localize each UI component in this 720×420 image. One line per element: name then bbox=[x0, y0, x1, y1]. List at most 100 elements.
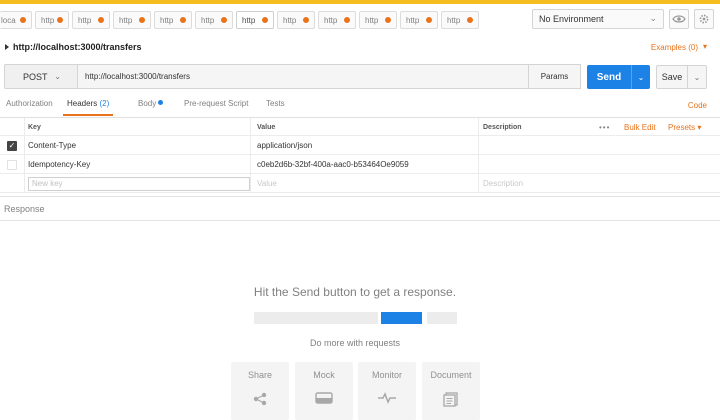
save-button[interactable]: Save bbox=[656, 65, 688, 89]
chevron-down-icon: ⌄ bbox=[693, 72, 701, 82]
monitor-icon bbox=[378, 392, 396, 404]
request-tab-label: http bbox=[283, 15, 297, 25]
send-button[interactable]: Send bbox=[587, 65, 631, 89]
tab-tests[interactable]: Tests bbox=[266, 99, 285, 116]
document-icon bbox=[443, 392, 458, 407]
request-tab-label: http bbox=[201, 15, 215, 25]
request-tab-label: http bbox=[78, 15, 92, 25]
request-tab[interactable]: http bbox=[318, 11, 356, 29]
method-select[interactable]: POST ⌄ bbox=[4, 64, 77, 89]
request-tab[interactable]: http bbox=[359, 11, 397, 29]
method-value: POST bbox=[23, 71, 48, 82]
chevron-down-icon: ⌄ bbox=[649, 13, 657, 23]
row-check-cell bbox=[0, 174, 25, 193]
eye-icon bbox=[672, 15, 686, 23]
tab-authorization[interactable]: Authorization bbox=[6, 99, 53, 116]
do-more-heading: Do more with requests bbox=[309, 338, 401, 348]
request-tab[interactable]: http bbox=[400, 11, 438, 29]
request-tab-label: http bbox=[406, 15, 420, 25]
check-column-header bbox=[0, 118, 25, 137]
value-column-header: Value bbox=[251, 118, 479, 137]
share-icon bbox=[253, 392, 267, 406]
new-header-row: Value Description bbox=[0, 174, 720, 193]
request-tab[interactable]: http bbox=[113, 11, 151, 29]
unsaved-dot-icon bbox=[57, 17, 63, 23]
unsaved-dot-icon bbox=[221, 17, 227, 23]
header-value-cell[interactable]: c0eb2d6b-32bf-400a-aac0-b53464Oe9059 bbox=[251, 155, 479, 174]
header-description-cell[interactable] bbox=[479, 136, 720, 155]
document-card-label: Document bbox=[430, 370, 472, 380]
unsaved-dot-icon bbox=[385, 17, 391, 23]
unsaved-dot-icon bbox=[344, 17, 350, 23]
send-options-button[interactable]: ⌄ bbox=[631, 65, 650, 89]
row-checkbox[interactable] bbox=[7, 159, 17, 170]
request-title-row: http://localhost:3000/transfers Examples… bbox=[0, 40, 720, 58]
request-tab[interactable]: http bbox=[35, 11, 69, 29]
send-button-label: Send bbox=[596, 71, 622, 83]
header-value-cell[interactable]: application/json bbox=[251, 136, 479, 155]
request-tab-active[interactable]: http bbox=[236, 11, 274, 29]
tab-headers[interactable]: Headers (2) bbox=[63, 99, 114, 116]
request-tab[interactable]: http bbox=[441, 11, 479, 29]
new-description-input[interactable]: Description bbox=[479, 174, 720, 193]
chevron-down-icon: ⌄ bbox=[54, 72, 61, 81]
caret-right-icon[interactable] bbox=[5, 44, 9, 50]
manage-environments-button[interactable] bbox=[694, 9, 714, 29]
request-tab-label: http bbox=[119, 15, 133, 25]
mock-icon bbox=[315, 392, 333, 404]
tab-headers-label: Headers bbox=[67, 99, 98, 108]
response-section-header: Response bbox=[0, 196, 720, 221]
unsaved-dot-icon bbox=[262, 17, 268, 23]
environment-quick-look-button[interactable] bbox=[669, 9, 689, 29]
code-link[interactable]: Code bbox=[688, 101, 707, 110]
table-row: ✓ Content-Type application/json bbox=[0, 136, 720, 155]
bulk-edit-link[interactable]: Bulk Edit bbox=[624, 123, 656, 132]
request-tab[interactable]: loca bbox=[0, 11, 32, 29]
new-key-input[interactable] bbox=[28, 176, 250, 191]
url-input[interactable] bbox=[77, 64, 529, 89]
chevron-down-icon: ⌄ bbox=[637, 72, 645, 82]
header-description-cell[interactable] bbox=[479, 155, 720, 174]
response-label: Response bbox=[4, 204, 45, 214]
row-check-cell bbox=[0, 155, 25, 174]
request-tab[interactable]: http bbox=[195, 11, 233, 29]
params-button-label: Params bbox=[540, 72, 569, 81]
new-value-input[interactable]: Value bbox=[251, 174, 479, 193]
request-tab-label: http bbox=[324, 15, 338, 25]
more-options-icon[interactable]: ••• bbox=[599, 123, 610, 132]
tab-body[interactable]: Body bbox=[138, 99, 164, 116]
request-tab[interactable]: http bbox=[277, 11, 315, 29]
illustration-bar-highlight bbox=[381, 312, 422, 324]
unsaved-dot-icon bbox=[98, 17, 104, 23]
header-key-cell[interactable]: Content-Type bbox=[25, 136, 251, 155]
tab-body-label: Body bbox=[138, 99, 157, 108]
share-card[interactable]: Share bbox=[231, 362, 289, 420]
body-indicator-dot-icon bbox=[158, 100, 164, 105]
environment-select[interactable]: No Environment ⌄ bbox=[532, 9, 664, 29]
unsaved-dot-icon bbox=[426, 17, 432, 23]
request-tab[interactable]: http bbox=[154, 11, 192, 29]
presets-label: Presets bbox=[668, 123, 696, 132]
unsaved-dot-icon bbox=[139, 17, 145, 23]
illustration-bar bbox=[254, 312, 378, 324]
unsaved-dot-icon bbox=[180, 17, 186, 23]
request-tab-label: http bbox=[447, 15, 461, 25]
gear-icon bbox=[699, 14, 709, 24]
request-tab[interactable]: http bbox=[72, 11, 110, 29]
share-card-label: Share bbox=[247, 370, 273, 380]
mock-card[interactable]: Mock bbox=[295, 362, 353, 420]
unsaved-dot-icon bbox=[20, 17, 26, 23]
key-column-header: Key bbox=[25, 118, 251, 137]
examples-link[interactable]: Examples (0) bbox=[651, 43, 698, 52]
tab-pre-request-script[interactable]: Pre-request Script bbox=[184, 99, 248, 116]
document-card[interactable]: Document bbox=[422, 362, 480, 420]
headers-count-badge: (2) bbox=[99, 99, 110, 108]
save-options-button[interactable]: ⌄ bbox=[687, 65, 707, 89]
presets-dropdown[interactable]: Presets ▾ bbox=[668, 123, 701, 132]
params-button[interactable]: Params bbox=[528, 64, 581, 89]
request-title: http://localhost:3000/transfers bbox=[13, 42, 142, 52]
header-key-cell[interactable]: Idempotency-Key bbox=[25, 155, 251, 174]
row-checkbox[interactable]: ✓ bbox=[7, 140, 17, 151]
mock-card-label: Mock bbox=[313, 370, 335, 380]
monitor-card[interactable]: Monitor bbox=[358, 362, 416, 420]
